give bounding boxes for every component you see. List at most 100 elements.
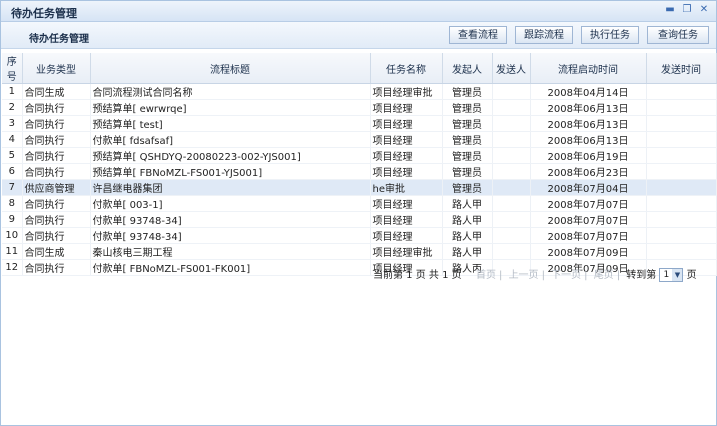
col-header-start-time[interactable]: 流程启动时间 [530, 53, 647, 84]
cell-business-type: 合同生成 [22, 83, 91, 100]
col-header-task-name[interactable]: 任务名称 [370, 53, 443, 84]
table-row[interactable]: 11 合同生成 秦山核电三期工程 项目经理审批 路人甲 2008年07月09日 [2, 243, 717, 260]
page-info: 当前第 1 页 共 1 页 [373, 270, 462, 281]
cell-initiator: 管理员 [442, 179, 493, 196]
cell-index: 3 [2, 115, 23, 132]
view-process-button[interactable]: 查看流程 [449, 26, 507, 44]
table-row[interactable]: 8 合同执行 付款单[ 003-1] 项目经理 路人甲 2008年07月07日 [2, 195, 717, 212]
cell-initiator: 路人甲 [442, 243, 493, 260]
table-row[interactable]: 9 合同执行 付款单[ 93748-34] 项目经理 路人甲 2008年07月07日 [2, 211, 717, 228]
cell-sender [492, 227, 531, 244]
cell-send-time [646, 211, 717, 228]
cell-process-title: 许昌继电器集团 [90, 179, 371, 196]
last-page-link[interactable]: 尾页 [594, 266, 614, 281]
cell-index: 4 [2, 131, 23, 148]
cell-sender [492, 211, 531, 228]
col-header-index[interactable]: 序号 [2, 53, 23, 84]
col-header-sender[interactable]: 发送人 [492, 53, 531, 84]
cell-sender [492, 99, 531, 116]
cell-start-time: 2008年07月09日 [530, 243, 647, 260]
task-window: 待办任务管理 ▬ ❐ ✕ 待办任务管理 查看流程 跟踪流程 执行任务 查询任务 … [0, 0, 717, 426]
table-header-row: 序号 业务类型 流程标题 任务名称 发起人 发送人 流程启动时间 发送时间 [2, 53, 717, 84]
cell-index: 5 [2, 147, 23, 164]
cell-business-type: 合同执行 [22, 259, 91, 276]
cell-send-time [646, 227, 717, 244]
cell-business-type: 合同执行 [22, 227, 91, 244]
cell-sender [492, 115, 531, 132]
cell-sender [492, 83, 531, 100]
cell-initiator: 路人甲 [442, 195, 493, 212]
cell-process-title: 预结算单[ test] [90, 115, 371, 132]
cell-process-title: 预结算单[ FBNoMZL-FS001-YJS001] [90, 163, 371, 180]
col-header-process-title[interactable]: 流程标题 [90, 53, 371, 84]
cell-index: 11 [2, 243, 23, 260]
table-row[interactable]: 6 合同执行 预结算单[ FBNoMZL-FS001-YJS001] 项目经理 管理员 2… [2, 163, 717, 180]
cell-process-title: 付款单[ 93748-34] [90, 227, 371, 244]
cell-send-time [646, 195, 717, 212]
page-select[interactable]: 1 ▼ [659, 268, 684, 282]
first-page-link[interactable]: 首页 [476, 266, 496, 281]
cell-index: 9 [2, 211, 23, 228]
cell-send-time [646, 115, 717, 132]
cell-send-time [646, 99, 717, 116]
cell-task-name: 项目经理审批 [370, 83, 443, 100]
table-row[interactable]: 2 合同执行 预结算单[ ewrwrqe] 项目经理 管理员 2008年06月13日 [2, 99, 717, 116]
toolbar: 待办任务管理 查看流程 跟踪流程 执行任务 查询任务 [1, 22, 716, 49]
track-process-button[interactable]: 跟踪流程 [515, 26, 573, 44]
cell-start-time: 2008年06月13日 [530, 131, 647, 148]
cell-start-time: 2008年04月14日 [530, 83, 647, 100]
table-row[interactable]: 3 合同执行 预结算单[ test] 项目经理 管理员 2008年06月13日 [2, 115, 717, 132]
cell-start-time: 2008年06月19日 [530, 147, 647, 164]
cell-process-title: 预结算单[ QSHDYQ-20080223-002-YJS001] [90, 147, 371, 164]
col-header-business-type[interactable]: 业务类型 [22, 53, 91, 84]
col-header-send-time[interactable]: 发送时间 [646, 53, 717, 84]
cell-business-type: 合同执行 [22, 131, 91, 148]
cell-task-name: 项目经理 [370, 99, 443, 116]
cell-start-time: 2008年06月13日 [530, 99, 647, 116]
cell-process-title: 秦山核电三期工程 [90, 243, 371, 260]
table-row[interactable]: 4 合同执行 付款单[ fdsafsaf] 项目经理 管理员 2008年06月13日 [2, 131, 717, 148]
cell-process-title: 付款单[ FBNoMZL-FS001-FK001] [90, 259, 371, 276]
cell-task-name: 项目经理 [370, 211, 443, 228]
restore-icon[interactable]: ❐ [681, 4, 693, 16]
cell-task-name: 项目经理 [370, 115, 443, 132]
next-page-link[interactable]: 下一页 [551, 266, 581, 281]
col-header-initiator[interactable]: 发起人 [442, 53, 493, 84]
cell-process-title: 合同流程测试合同名称 [90, 83, 371, 100]
cell-business-type: 合同执行 [22, 163, 91, 180]
execute-task-button[interactable]: 执行任务 [581, 26, 639, 44]
close-icon[interactable]: ✕ [698, 4, 710, 16]
cell-index: 10 [2, 227, 23, 244]
task-table: 序号 业务类型 流程标题 任务名称 发起人 发送人 流程启动时间 发送时间 1合… [2, 53, 717, 276]
table-row[interactable]: 10 合同执行 付款单[ 93748-34] 项目经理 路人甲 2008年07月07日 [2, 227, 717, 244]
table-row[interactable]: 1 合同生成 合同流程测试合同名称 项目经理审批 管理员 2008年04月14日 [2, 83, 717, 100]
cell-index: 2 [2, 99, 23, 116]
page-select-value: 1 [663, 270, 670, 280]
cell-start-time: 2008年07月07日 [530, 211, 647, 228]
chevron-down-icon[interactable]: ▼ [672, 269, 683, 281]
goto-label: 转到第 [626, 270, 657, 281]
cell-task-name: 项目经理审批 [370, 243, 443, 260]
cell-send-time [646, 131, 717, 148]
cell-business-type: 合同生成 [22, 243, 91, 260]
query-task-button[interactable]: 查询任务 [647, 26, 709, 44]
cell-process-title: 预结算单[ ewrwrqe] [90, 99, 371, 116]
cell-index: 8 [2, 195, 23, 212]
cell-task-name: 项目经理 [370, 131, 443, 148]
cell-business-type: 合同执行 [22, 147, 91, 164]
cell-index: 1 [2, 83, 23, 100]
cell-business-type: 合同执行 [22, 115, 91, 132]
cell-initiator: 管理员 [442, 115, 493, 132]
cell-send-time [646, 147, 717, 164]
cell-start-time: 2008年07月04日 [530, 179, 647, 196]
cell-task-name: 项目经理 [370, 147, 443, 164]
table-row[interactable]: 7 供应商管理 许昌继电器集团 he审批 管理员 2008年07月04日 [2, 179, 717, 196]
cell-initiator: 管理员 [442, 147, 493, 164]
prev-page-link[interactable]: 上一页 [509, 266, 539, 281]
cell-index: 12 [2, 259, 23, 276]
cell-sender [492, 163, 531, 180]
table-row[interactable]: 5 合同执行 预结算单[ QSHDYQ-20080223-002-YJS001] 项目… [2, 147, 717, 164]
cell-start-time: 2008年07月07日 [530, 195, 647, 212]
minimize-icon[interactable]: ▬ [664, 4, 676, 16]
cell-task-name: he审批 [370, 179, 443, 196]
